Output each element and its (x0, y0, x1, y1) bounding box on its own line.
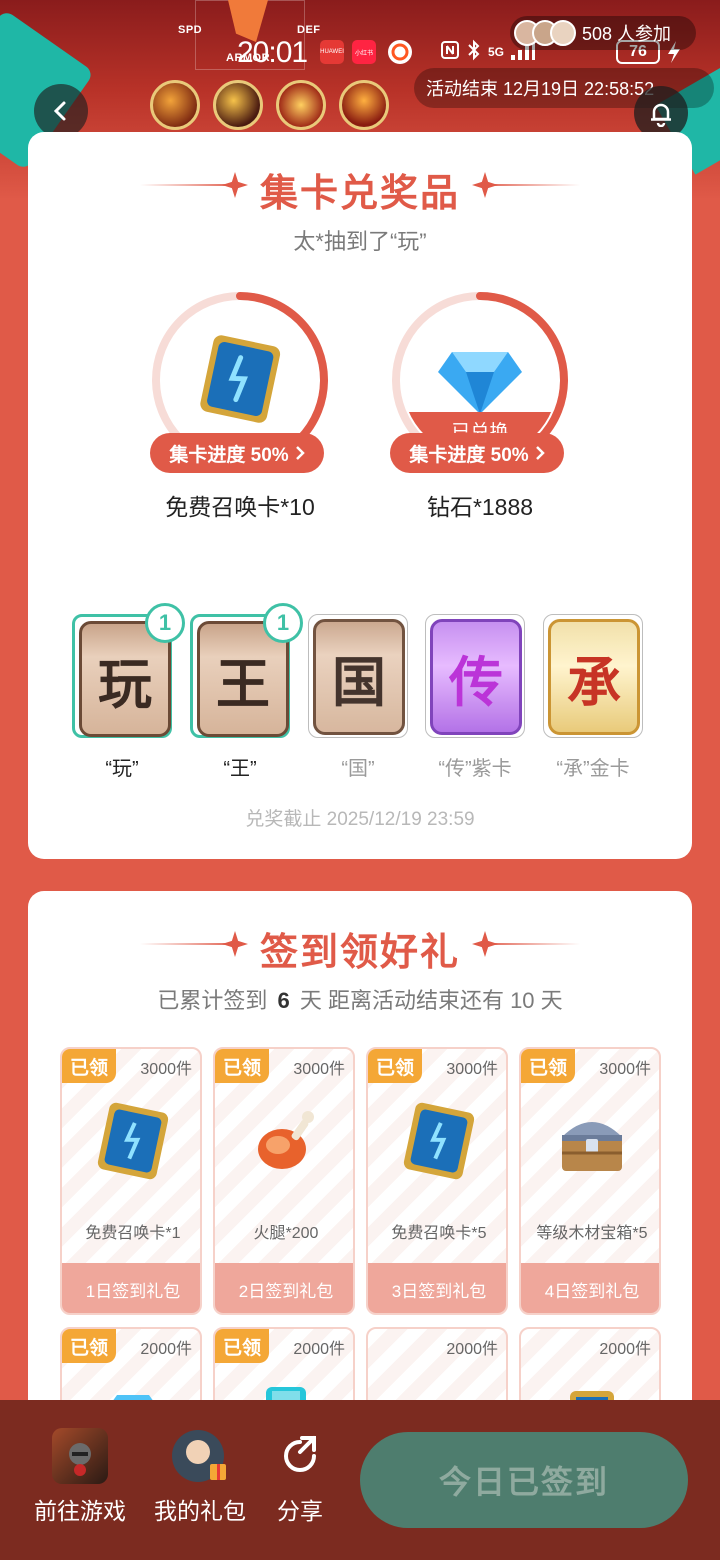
gift-stock: 3000件 (140, 1061, 192, 1078)
gift-stock: 3000件 (599, 1061, 651, 1078)
gift-stock: 3000件 (293, 1061, 345, 1078)
checkin-summary-pre: 已累计签到 (157, 988, 268, 1013)
section-title: 签到领好礼 (259, 932, 460, 974)
bell-icon (651, 103, 671, 127)
card-character: 国 (313, 619, 405, 735)
section-title: 集卡兑奖品 (259, 173, 460, 215)
skill-icon (213, 80, 263, 130)
browser-icon (388, 40, 412, 64)
gift-name: 免费召唤卡*5 (391, 1225, 487, 1242)
card-character: 传 (430, 619, 522, 735)
gift-stock: 2000件 (599, 1341, 651, 1358)
progress-button[interactable]: 集卡进度 50% (150, 433, 324, 473)
status-time: 20:01 (237, 36, 308, 69)
card-count-badge: 1 (145, 603, 185, 643)
card-count-badge: 1 (263, 603, 303, 643)
collect-card-chuan-purple[interactable]: 传 (425, 614, 525, 738)
chevron-left-icon (53, 101, 66, 121)
progress-label: 集卡进度 50% (409, 444, 529, 466)
gift-name: 火腿*200 (253, 1225, 319, 1242)
gift-name: 免费召唤卡*1 (85, 1225, 181, 1242)
summon-card-icon (97, 1102, 169, 1180)
progress-button[interactable]: 集卡进度 50% (390, 433, 564, 473)
gift-stock: 2000件 (140, 1341, 192, 1358)
prize-name: 免费召唤卡*10 (165, 494, 315, 520)
card-label: “王” (223, 758, 257, 780)
share-button[interactable]: 分享 (260, 1428, 340, 1526)
skill-icon (339, 80, 389, 130)
stat-label-def: DEF (297, 24, 321, 36)
summon-card-icon (403, 1102, 475, 1180)
my-gifts-button[interactable]: 我的礼包 (150, 1428, 250, 1526)
prize-diamond[interactable]: 已兑换 集卡进度 50% 钻石*1888 (390, 290, 570, 540)
go-to-game-button[interactable]: 前往游戏 (30, 1428, 130, 1526)
participants-count: 508 人参加 (582, 24, 672, 44)
card-label: “国” (341, 758, 375, 780)
my-gifts-label: 我的礼包 (154, 1498, 246, 1524)
chevron-right-icon (535, 446, 545, 460)
avatar (550, 20, 576, 46)
card-label: “承”金卡 (556, 758, 630, 780)
ham-icon (258, 1111, 314, 1169)
card-label: “玩” (105, 758, 139, 780)
title-decoration (480, 184, 580, 186)
collect-card-guo[interactable]: 国 (308, 614, 408, 738)
xiaohongshu-icon: 小红书 (352, 40, 376, 64)
checkin-gift-day3[interactable]: 已领 3000件 免费召唤卡*5 3日签到礼包 (366, 1047, 508, 1315)
checkin-summary-rest: 天 距离活动结束还有 10 天 (299, 988, 563, 1013)
gift-name: 等级木材宝箱*5 (536, 1225, 648, 1242)
skill-icon (276, 80, 326, 130)
share-label: 分享 (277, 1498, 323, 1524)
bottom-action-bar: 前往游戏 我的礼包 分享 今日已签到 (0, 1400, 720, 1560)
skill-icon (150, 80, 200, 130)
gift-day-label: 3日签到礼包 (368, 1263, 506, 1313)
collect-card-wan[interactable]: 玩 1 (72, 603, 185, 738)
gift-stock: 3000件 (446, 1061, 498, 1078)
checked-in-today-button[interactable]: 今日已签到 (360, 1432, 688, 1528)
gift-avatar-icon (172, 1428, 228, 1484)
draw-ticker: 太*抽到了“玩” (293, 229, 427, 254)
claimed-badge: 已领 (62, 1049, 116, 1083)
huawei-icon: HUAWEI (320, 40, 344, 64)
participants-pill: 508 人参加 (510, 16, 696, 50)
go-to-game-label: 前往游戏 (34, 1498, 126, 1524)
gift-day-label: 1日签到礼包 (62, 1263, 200, 1313)
back-button[interactable] (34, 84, 88, 138)
claimed-badge: 已领 (521, 1049, 575, 1083)
gift-day-label: 2日签到礼包 (215, 1263, 353, 1313)
network-type: 5G (488, 45, 505, 59)
treasure-chest-icon (562, 1122, 622, 1171)
claimed-badge: 已领 (62, 1329, 116, 1363)
collect-card-cheng-gold[interactable]: 承 (543, 614, 643, 738)
progress-label: 集卡进度 50% (169, 444, 289, 466)
checkin-days: 6 (277, 988, 290, 1013)
stat-label-spd: SPD (178, 24, 203, 36)
card-label: “传”紫卡 (438, 758, 512, 780)
checkin-gift-day1[interactable]: 已领 3000件 免费召唤卡*1 1日签到礼包 (60, 1047, 202, 1315)
chevron-right-icon (295, 446, 305, 460)
bluetooth-icon (466, 39, 482, 66)
collect-card-wang[interactable]: 王 1 (190, 603, 303, 738)
claimed-badge: 已领 (368, 1049, 422, 1083)
collect-card-section: 集卡兑奖品 太*抽到了“玩” 集卡进度 50% 免费召唤卡*10 集卡进度 50… (28, 132, 692, 859)
skill-icon-row (150, 80, 389, 130)
card-character: 承 (548, 619, 640, 735)
title-decoration (480, 943, 580, 945)
game-app-icon (52, 1428, 108, 1484)
prize-summon-card[interactable]: 集卡进度 50% 免费召唤卡*10 (150, 290, 330, 540)
checkin-gift-day4[interactable]: 已领 3000件 等级木材宝箱*5 4日签到礼包 (519, 1047, 661, 1315)
gift-stock: 2000件 (446, 1341, 498, 1358)
gift-stock: 2000件 (293, 1341, 345, 1358)
redeem-deadline: 兑奖截止 2025/12/19 23:59 (245, 809, 475, 830)
claimed-badge: 已领 (215, 1329, 269, 1363)
prize-name: 钻石*1888 (426, 494, 534, 520)
nfc-icon (440, 40, 460, 65)
gift-day-label: 4日签到礼包 (521, 1263, 659, 1313)
claimed-badge: 已领 (215, 1049, 269, 1083)
checkin-summary: 已累计签到 6 天 距离活动结束还有 10 天 (28, 983, 692, 1015)
share-icon (272, 1428, 328, 1484)
checkin-gift-day2[interactable]: 已领 3000件 火腿*200 2日签到礼包 (213, 1047, 355, 1315)
